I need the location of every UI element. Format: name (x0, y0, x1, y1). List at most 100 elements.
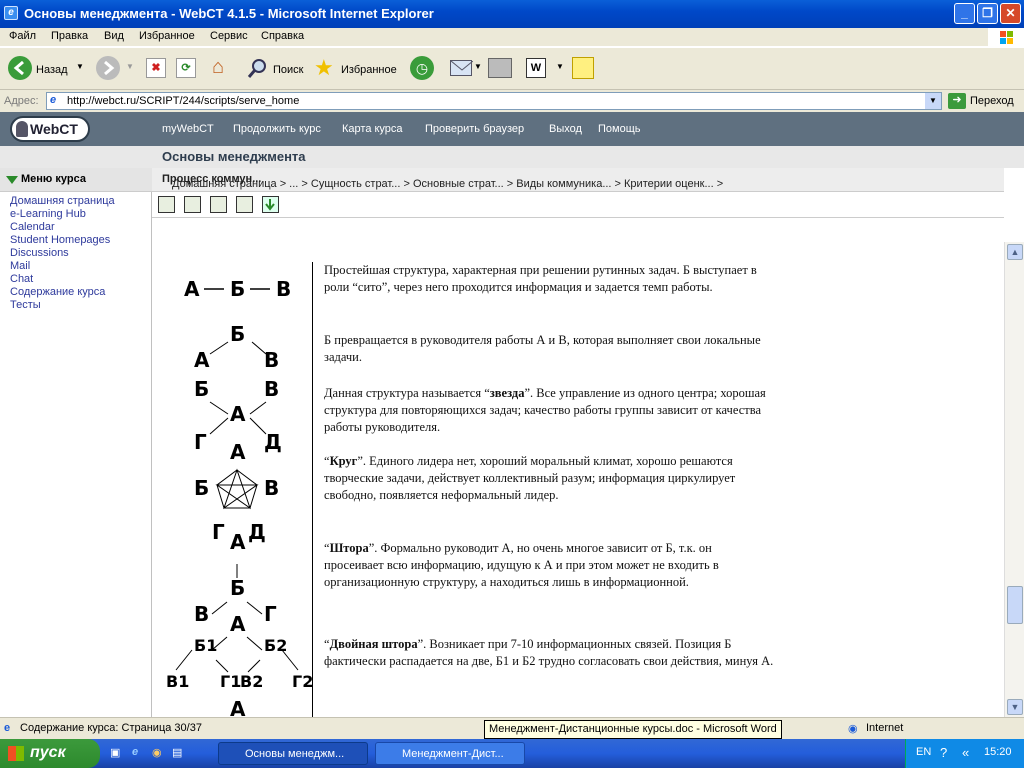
go-arrow-icon[interactable]: ➜ (948, 93, 966, 109)
diagram-circle-d: Д (248, 520, 266, 544)
address-input[interactable]: e http://webct.ru/SCRIPT/244/scripts/ser… (46, 92, 942, 110)
stop-icon[interactable]: ✖ (146, 58, 166, 78)
language-indicator[interactable]: EN (916, 746, 931, 758)
diagram-circle-g: Г (212, 520, 225, 544)
back-dropdown-icon[interactable]: ▼ (76, 62, 84, 71)
menu-file[interactable]: Файл (9, 30, 36, 42)
messenger-note-icon[interactable] (572, 57, 594, 79)
start-button[interactable]: пуск (0, 739, 100, 768)
mail-dropdown-icon[interactable]: ▼ (474, 62, 482, 71)
back-arrow-icon[interactable] (8, 56, 32, 80)
tray-help-icon[interactable]: ? (940, 745, 947, 760)
course-sidebar: Меню курса Домашняя страница e-Learning … (0, 168, 152, 717)
task-word[interactable]: Менеджмент-Дист... (375, 742, 525, 765)
refresh-icon[interactable]: ⟳ (176, 58, 196, 78)
breadcrumb-path[interactable]: Домашняя страница > ... > Сущность страт… (162, 173, 723, 190)
diagram-fork-v: В (194, 602, 210, 626)
table-of-contents-icon[interactable] (158, 196, 175, 213)
nav-mywebct[interactable]: myWebCT (162, 123, 214, 135)
show-desktop-icon[interactable]: ▣ (110, 746, 120, 759)
print-page-icon[interactable] (236, 196, 253, 213)
scroll-thumb[interactable] (1007, 586, 1023, 624)
webct-navbar: WebCT myWebCT Продолжить курс Карта курс… (0, 112, 1024, 146)
paragraph-fork: “Штора”. Формально руководит А, но очень… (324, 541, 719, 589)
diagram-star-d: Д (264, 430, 282, 454)
favorites-star-icon[interactable]: ★ (314, 55, 334, 81)
internet-zone-icon: ◉ (848, 723, 858, 735)
content-scrollbar[interactable]: ▲ ▼ (1004, 242, 1024, 717)
diagram-circle-v: В (264, 476, 280, 500)
menu-view[interactable]: Вид (104, 30, 124, 42)
webct-figure-icon (16, 121, 28, 137)
nav-check-browser[interactable]: Проверить браузер (425, 123, 524, 135)
nav-help[interactable]: Помощь (598, 123, 641, 135)
print-icon[interactable] (488, 58, 512, 78)
forward-arrow-icon[interactable] (96, 56, 120, 80)
sidebar-item-elearning-hub[interactable]: e-Learning Hub (10, 208, 86, 220)
address-dropdown-icon[interactable]: ▼ (925, 93, 941, 109)
window-title-bar[interactable]: e Основы менеджмента - WebCT 4.1.5 - Mic… (0, 0, 1024, 28)
sidebar-item-mail[interactable]: Mail (10, 260, 30, 272)
edit-word-icon[interactable]: W (526, 58, 546, 78)
webct-logo[interactable]: WebCT (10, 116, 90, 142)
sidebar-item-chat[interactable]: Chat (10, 273, 33, 285)
menu-edit[interactable]: Правка (51, 30, 88, 42)
diagram-divider (312, 262, 313, 717)
diagram-star-g: Г (194, 430, 207, 454)
previous-page-icon[interactable] (184, 196, 201, 213)
task-browser[interactable]: Основы менеджм... (218, 742, 368, 765)
minimize-button[interactable]: _ (954, 3, 975, 24)
address-bar: Адрес: e http://webct.ru/SCRIPT/244/scri… (0, 90, 1024, 112)
nav-course-map[interactable]: Карта курса (342, 123, 403, 135)
menu-tools[interactable]: Сервис (210, 30, 248, 42)
next-page-icon[interactable] (210, 196, 227, 213)
diagram-double-a: А (230, 612, 246, 636)
search-icon[interactable] (246, 56, 270, 80)
back-label[interactable]: Назад (36, 64, 68, 76)
course-menu-header[interactable]: Меню курса (0, 168, 152, 192)
mail-icon[interactable] (450, 60, 474, 76)
favorites-label[interactable]: Избранное (341, 64, 397, 76)
download-icon[interactable] (262, 196, 279, 213)
diagram-lines (175, 288, 299, 673)
menu-help[interactable]: Справка (261, 30, 304, 42)
sidebar-item-tests[interactable]: Тесты (10, 299, 41, 311)
edit-dropdown-icon[interactable]: ▼ (556, 62, 564, 71)
sidebar-item-discussions[interactable]: Discussions (10, 247, 69, 259)
sidebar-item-student-homepages[interactable]: Student Homepages (10, 234, 110, 246)
menu-favorites[interactable]: Избранное (139, 30, 195, 42)
content-toolbar (152, 192, 1004, 218)
taskbar-tooltip: Менеджмент-Дистанционные курсы.doc - Mic… (484, 720, 782, 739)
page-content: А Б В Б А В Б В А Г Д А Б В Г Д А Б В Г (152, 242, 1004, 717)
menu-bar: Файл Правка Вид Избранное Сервис Справка (0, 28, 1024, 47)
nav-continue-course[interactable]: Продолжить курс (233, 123, 321, 135)
address-url[interactable]: http://webct.ru/SCRIPT/244/scripts/serve… (67, 95, 299, 107)
sidebar-item-course-content[interactable]: Содержание курса (10, 286, 105, 298)
tray-chevron-icon[interactable]: « (962, 745, 969, 760)
expand-triangle-icon (6, 176, 18, 184)
sidebar-item-calendar[interactable]: Calendar (10, 221, 55, 233)
quicklaunch-player-icon[interactable]: ◉ (152, 746, 162, 759)
windows-logo-icon (988, 28, 1024, 47)
start-label: пуск (30, 744, 66, 761)
history-icon[interactable]: ◷ (410, 56, 434, 80)
scroll-up-icon[interactable]: ▲ (1007, 244, 1023, 260)
diagram-double-v1: В1 (166, 672, 190, 691)
forward-dropdown-icon[interactable]: ▼ (126, 62, 134, 71)
sidebar-item-home[interactable]: Домашняя страница (10, 195, 115, 207)
close-button[interactable]: ✕ (1000, 3, 1021, 24)
quicklaunch-ie-icon[interactable]: e (132, 746, 138, 758)
diagram-wheel-b: Б (230, 322, 246, 346)
home-icon[interactable]: ⌂ (206, 56, 230, 80)
diagram-wheel-v: В (264, 348, 280, 372)
breadcrumb-links[interactable]: Домашняя страница > ... > Сущность страт… (172, 178, 723, 190)
search-label[interactable]: Поиск (273, 64, 303, 76)
nav-logout[interactable]: Выход (549, 123, 582, 135)
maximize-button[interactable]: ❐ (977, 3, 998, 24)
quicklaunch-explorer-icon[interactable]: ▤ (172, 746, 182, 759)
go-label[interactable]: Переход (970, 95, 1014, 107)
diagram-double-v2: В2 (240, 672, 264, 691)
browser-toolbar: Назад ▼ ▼ ✖ ⟳ ⌂ Поиск ★ Избранное ◷ ▼ W … (0, 48, 1024, 90)
diagram-circle-a: А (230, 440, 246, 464)
scroll-down-icon[interactable]: ▼ (1007, 699, 1023, 715)
